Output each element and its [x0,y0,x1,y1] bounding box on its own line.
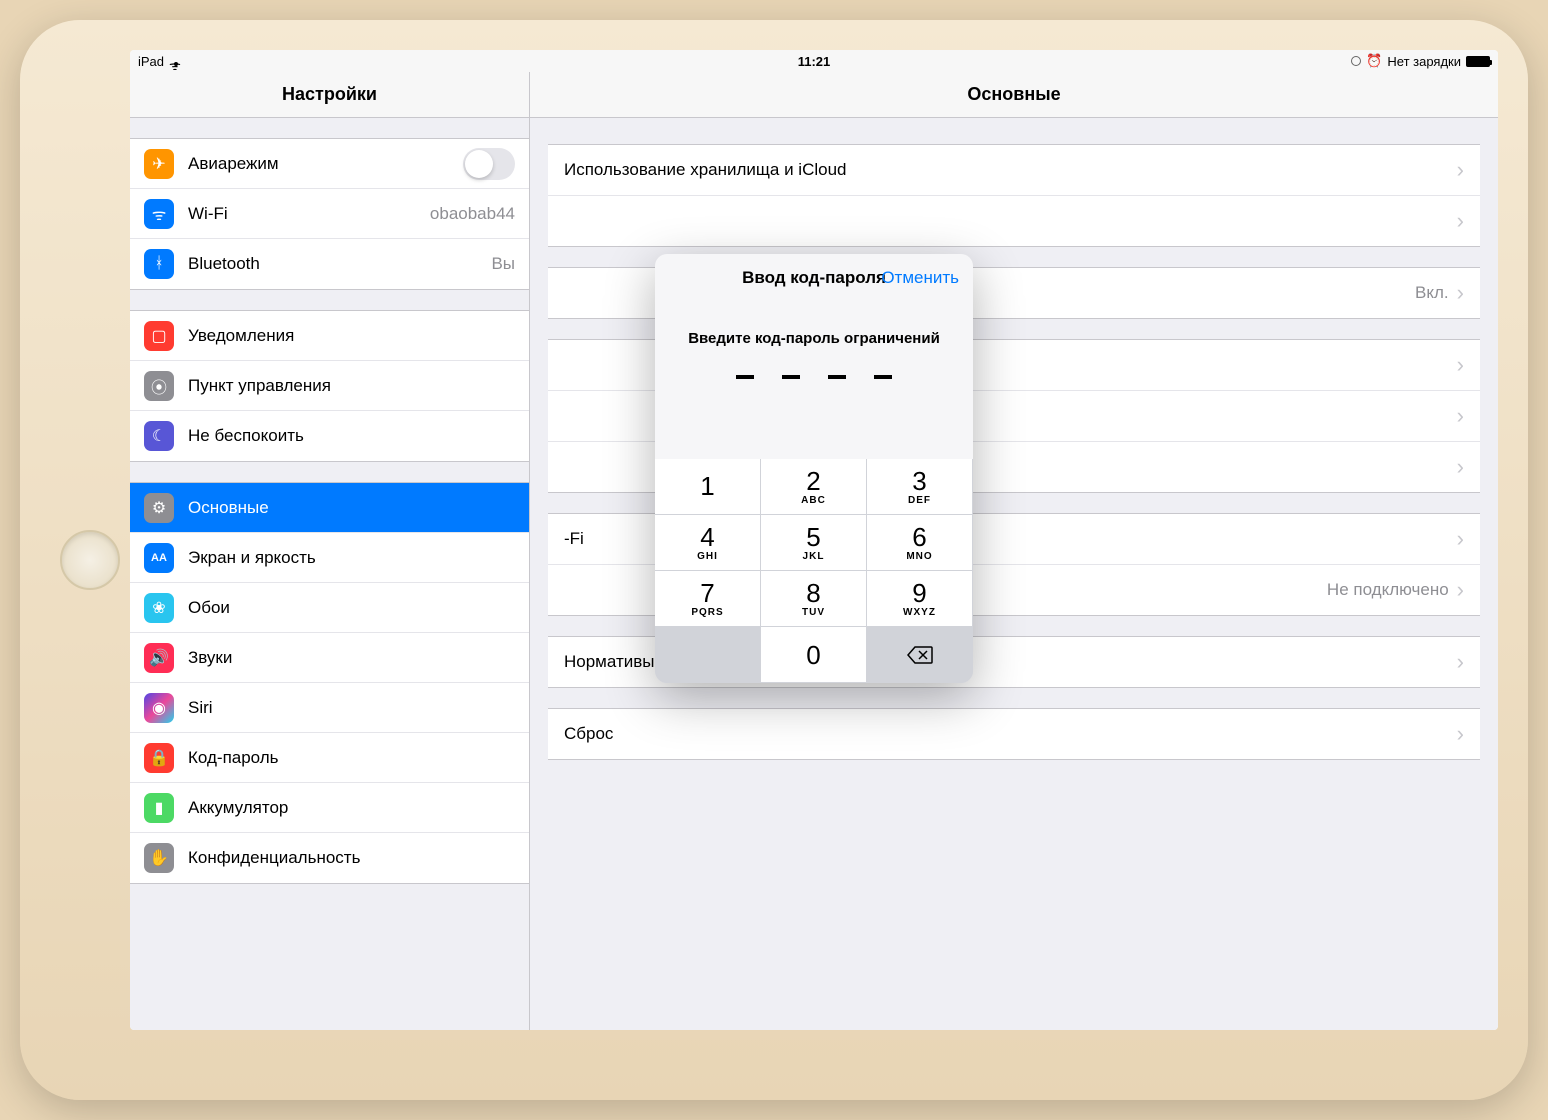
chevron-right-icon: › [1457,403,1464,429]
row-refresh[interactable]: › [548,196,1480,246]
sidebar-item-notifications[interactable]: ▢ Уведомления [130,311,529,361]
sidebar-item-bluetooth[interactable]: ᚼ Bluetooth Вы [130,239,529,289]
sidebar-title: Настройки [130,72,529,118]
gear-icon: ⚙ [144,493,174,523]
keypad-1[interactable]: 1 [655,459,761,515]
airplane-toggle[interactable] [463,148,515,180]
sidebar-group-general: ⚙ Основные AA Экран и яркость ❀ Обои 🔊 З… [130,482,529,884]
modal-header: Ввод код-пароля Отменить [655,254,973,302]
display-icon: AA [144,543,174,573]
sidebar-group-notifications: ▢ Уведомления ⦿ Пункт управления ☾ Не бе… [130,310,529,462]
home-button[interactable] [60,530,120,590]
bluetooth-value: Вы [491,254,515,274]
keypad-backspace[interactable] [867,627,973,683]
chevron-right-icon: › [1457,577,1464,603]
orientation-lock-icon [1351,56,1361,66]
keypad-0[interactable]: 0 [761,627,867,683]
sidebar-item-display[interactable]: AA Экран и яркость [130,533,529,583]
keypad-4[interactable]: 4GHI [655,515,761,571]
status-bar: iPad ᯤ 11:21 ⏰ Нет зарядки [130,50,1498,72]
keypad-blank [655,627,761,683]
bluetooth-icon: ᚼ [144,249,174,279]
charging-label: Нет зарядки [1387,54,1461,69]
keypad-2[interactable]: 2ABC [761,459,867,515]
passcode-modal: Ввод код-пароля Отменить Введите код-пар… [655,254,973,683]
modal-title: Ввод код-пароля [742,268,886,288]
battery-icon [1466,56,1490,67]
wifi-network-value: obaobab44 [430,204,515,224]
sidebar-item-privacy[interactable]: ✋ Конфиденциальность [130,833,529,883]
wifi-icon: ᯤ [169,56,183,66]
sidebar-item-sounds[interactable]: 🔊 Звуки [130,633,529,683]
control-center-icon: ⦿ [144,371,174,401]
chevron-right-icon: › [1457,721,1464,747]
clock: 11:21 [798,54,831,69]
sidebar-item-airplane[interactable]: ✈ Авиарежим [130,139,529,189]
sidebar-item-control-center[interactable]: ⦿ Пункт управления [130,361,529,411]
wallpaper-icon: ❀ [144,593,174,623]
sidebar-item-dnd[interactable]: ☾ Не беспокоить [130,411,529,461]
sidebar-group-connectivity: ✈ Авиарежим ᯤ Wi-Fi obaobab44 ᚼ Bluetoot… [130,138,529,290]
sidebar-item-battery[interactable]: ▮ Аккумулятор [130,783,529,833]
ipad-device: iPad ᯤ 11:21 ⏰ Нет зарядки Настройки ✈ А… [20,20,1528,1100]
pin-slot [782,375,800,379]
keypad-3[interactable]: 3DEF [867,459,973,515]
wifi-settings-icon: ᯤ [144,199,174,229]
alarm-icon: ⏰ [1366,53,1382,69]
sidebar-item-wallpaper[interactable]: ❀ Обои [130,583,529,633]
vpn-status-value: Не подключено [1327,580,1449,600]
keypad-8[interactable]: 8TUV [761,571,867,627]
battery-settings-icon: ▮ [144,793,174,823]
restrictions-value: Вкл. [1415,283,1449,303]
sidebar-item-general[interactable]: ⚙ Основные [130,483,529,533]
sidebar-item-siri[interactable]: ◉ Siri [130,683,529,733]
keypad-5[interactable]: 5JKL [761,515,867,571]
siri-icon: ◉ [144,693,174,723]
keypad-6[interactable]: 6MNO [867,515,973,571]
pin-slot [736,375,754,379]
chevron-right-icon: › [1457,157,1464,183]
pin-slot [874,375,892,379]
chevron-right-icon: › [1457,649,1464,675]
airplane-icon: ✈ [144,149,174,179]
backspace-icon [906,645,934,665]
keypad-7[interactable]: 7PQRS [655,571,761,627]
privacy-icon: ✋ [144,843,174,873]
cancel-button[interactable]: Отменить [881,268,959,288]
row-reset[interactable]: Сброс › [548,709,1480,759]
chevron-right-icon: › [1457,280,1464,306]
chevron-right-icon: › [1457,454,1464,480]
chevron-right-icon: › [1457,208,1464,234]
lock-icon: 🔒 [144,743,174,773]
notifications-icon: ▢ [144,321,174,351]
row-storage[interactable]: Использование хранилища и iCloud › [548,145,1480,196]
numeric-keypad: 1 2ABC 3DEF 4GHI 5JKL 6MNO 7PQRS 8TUV 9W… [655,459,973,683]
pin-entry [655,361,973,459]
moon-icon: ☾ [144,421,174,451]
sounds-icon: 🔊 [144,643,174,673]
sidebar-item-wifi[interactable]: ᯤ Wi-Fi obaobab44 [130,189,529,239]
sidebar-item-passcode[interactable]: 🔒 Код-пароль [130,733,529,783]
detail-title: Основные [530,72,1498,118]
device-label: iPad [138,54,164,69]
chevron-right-icon: › [1457,352,1464,378]
pin-slot [828,375,846,379]
settings-sidebar: Настройки ✈ Авиарежим ᯤ Wi-Fi obaobab44 … [130,72,530,1030]
screen: iPad ᯤ 11:21 ⏰ Нет зарядки Настройки ✈ А… [130,50,1498,1030]
modal-prompt: Введите код-пароль ограничений [655,302,973,361]
chevron-right-icon: › [1457,526,1464,552]
keypad-9[interactable]: 9WXYZ [867,571,973,627]
